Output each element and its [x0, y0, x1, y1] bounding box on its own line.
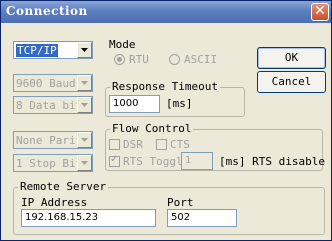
mode-label: Mode	[109, 38, 136, 51]
dsr-checkbox	[109, 139, 120, 150]
rts-toggle-label: RTS Toggle	[123, 155, 190, 168]
title-bar[interactable]: Connection ✕	[1, 1, 331, 23]
close-icon[interactable]: ✕	[311, 3, 329, 21]
parity-combo: None Parity	[13, 131, 93, 149]
dsr-label: DSR	[123, 138, 143, 151]
baud-rate-value: 9600 Baud	[16, 77, 76, 90]
ok-button[interactable]: OK	[257, 47, 326, 69]
response-timeout-unit: [ms]	[166, 97, 193, 110]
rts-toggle-checkbox	[109, 154, 120, 167]
port-input[interactable]: 502	[167, 209, 237, 227]
connection-type-combo[interactable]: TCP/IP	[13, 41, 93, 59]
cts-label: CTS	[170, 138, 190, 151]
chevron-down-icon	[77, 132, 92, 148]
data-bits-combo: 8 Data bits	[13, 96, 93, 114]
stop-bits-combo: 1 Stop Bit	[13, 154, 93, 172]
mode-rtu-radio	[114, 54, 125, 65]
rts-delay-input: 1	[181, 152, 213, 170]
flow-control-label: Flow Control	[110, 122, 194, 135]
connection-type-value: TCP/IP	[16, 44, 58, 57]
ip-address-label: IP Address	[21, 196, 88, 209]
cts-checkbox	[156, 139, 167, 150]
chevron-down-icon[interactable]	[77, 42, 92, 58]
connection-dialog: Connection ✕ TCP/IP 9600 Baud 8 Data bit…	[0, 0, 332, 241]
chevron-down-icon	[77, 155, 92, 171]
chevron-down-icon	[77, 97, 92, 113]
cancel-button[interactable]: Cancel	[257, 71, 326, 93]
remote-server-label: Remote Server	[18, 180, 109, 193]
port-label: Port	[167, 196, 194, 209]
mode-rtu-label: RTU	[129, 53, 149, 66]
rts-disable-label: [ms] RTS disable	[219, 155, 325, 168]
mode-ascii-label: ASCII	[184, 53, 218, 66]
response-timeout-input[interactable]: 1000	[109, 95, 160, 113]
mode-ascii-radio	[169, 54, 180, 65]
ip-address-input[interactable]: 192.168.15.23	[21, 209, 156, 227]
dialog-title: Connection	[6, 4, 88, 18]
chevron-down-icon	[77, 75, 92, 91]
response-timeout-label: Response Timeout	[110, 80, 220, 93]
baud-rate-combo: 9600 Baud	[13, 74, 93, 92]
stop-bits-value: 1 Stop Bit	[16, 157, 83, 170]
